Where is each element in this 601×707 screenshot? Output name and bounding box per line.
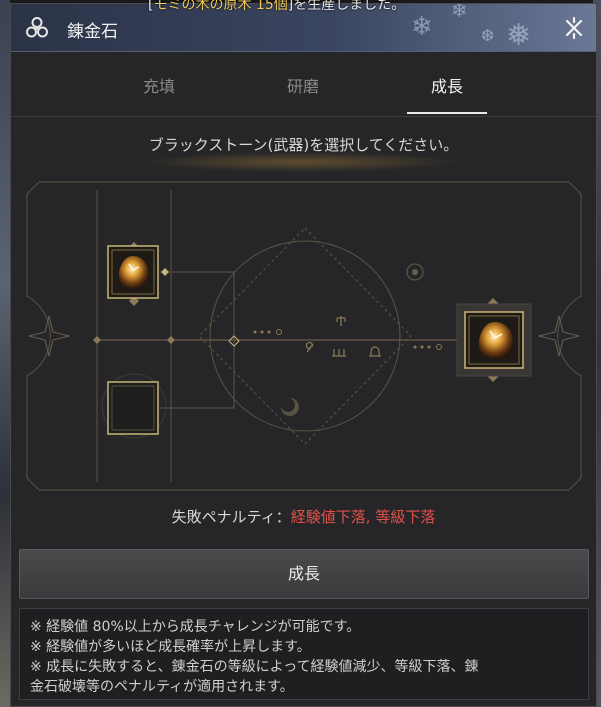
snowflake-decoration: ❄ — [451, 4, 468, 22]
alchemy-stone-window: 錬金石 ❄ ❄ ❅ ❆ 充填 研磨 成長 ブラックストーン(武器)を選択してくだ… — [10, 3, 597, 707]
tab-bar: 充填 研磨 成長 — [11, 53, 596, 117]
failure-penalty: 失敗ペナルティ：経験値下落, 等級下落 — [11, 506, 596, 527]
window-title: 錬金石 — [67, 22, 118, 42]
notes-box: ※ 経験値 80%以上から成長チャレンジが可能です。 ※ 経験値が多いほど成長確… — [19, 608, 589, 700]
growth-board — [26, 181, 582, 491]
alchemy-stone-slot[interactable] — [456, 303, 532, 377]
note-line: 金石破壊等のペナルティが適用されます。 — [30, 679, 294, 695]
tab-polish[interactable]: 研磨 — [263, 73, 343, 97]
production-notification: [モミの木の原木 15個]を生産しました。 — [148, 0, 406, 13]
tab-growth[interactable]: 成長 — [407, 73, 487, 97]
penalty-label: 失敗ペナルティ： — [171, 508, 291, 526]
active-tab-indicator — [407, 112, 487, 114]
snowflake-decoration: ❆ — [481, 26, 495, 45]
notification-suffix: ]を生産しました。 — [287, 0, 406, 13]
snowflake-decoration: ❄ — [411, 12, 433, 42]
growth-button[interactable]: 成長 — [19, 549, 589, 599]
note-line: ※ 成長に失敗すると、錬金石の等級によって経験値減少、等級下落、錬 — [30, 659, 479, 675]
penalty-value: 経験値下落, 等級下落 — [290, 508, 436, 526]
empty-slot[interactable] — [107, 381, 159, 435]
note-line: ※ 経験値が多いほど成長確率が上昇します。 — [30, 639, 311, 655]
close-icon[interactable] — [562, 16, 586, 40]
background-scene-left — [0, 0, 10, 707]
tab-fill[interactable]: 充填 — [119, 73, 199, 97]
notification-item: モミの木の原木 15個 — [153, 0, 288, 13]
triskelion-icon — [26, 17, 48, 38]
note-line: ※ 経験値 80%以上から成長チャレンジが可能です。 — [30, 619, 361, 635]
rune-glyphs — [305, 316, 381, 357]
slot-diamond — [161, 268, 169, 276]
snowflake-decoration: ❅ — [506, 18, 532, 52]
instruction-glow — [141, 152, 461, 172]
blackstone-weapon-slot[interactable] — [107, 245, 159, 299]
